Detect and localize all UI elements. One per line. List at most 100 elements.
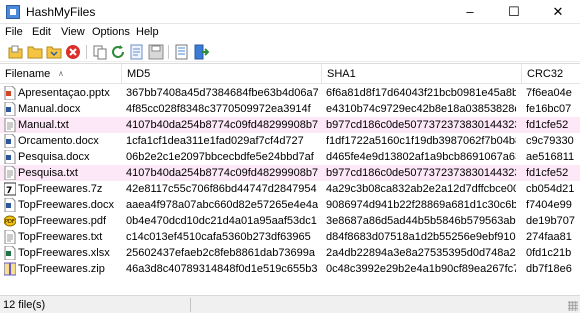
column-header-md5[interactable]: MD5 — [122, 64, 322, 84]
table-row[interactable]: 7 TopFreewares.7z 42e8117c55c706f86bd44747… — [0, 181, 580, 197]
crc32-cell: c9c79330 — [526, 135, 574, 147]
table-row[interactable]: TopFreewares.txt c14c013ef4510cafa5360b27… — [0, 229, 580, 245]
save-icon[interactable] — [148, 44, 164, 60]
menu-help[interactable]: Help — [136, 26, 159, 38]
column-header-sha1[interactable]: SHA1 — [322, 64, 522, 84]
docx-icon — [4, 150, 16, 164]
status-divider — [190, 298, 191, 312]
sha1-cell: d84f8683d07518a1d2b55256e9ebf9101db51... — [326, 231, 516, 243]
list-header: Filename ∧ MD5 SHA1 CRC32 — [0, 64, 580, 84]
sha1-cell: 2a4db22894a3e8a27535395d0d748a287160... — [326, 247, 516, 259]
7z-icon: 7 — [4, 182, 16, 196]
crc32-cell: 0fd1c21b — [526, 247, 572, 259]
html-report-icon[interactable] — [129, 44, 145, 60]
minimize-button[interactable]: – — [448, 0, 492, 24]
table-row[interactable]: TopFreewares.xlsx 25602437efaeb2c8feb8861… — [0, 245, 580, 261]
txt-icon — [4, 166, 16, 180]
sha1-cell: 6f6a81d8f17d64043f21bcb0981e45a8babb84..… — [326, 87, 516, 99]
resize-grip-icon[interactable] — [568, 301, 578, 311]
crc32-cell: fe16bc07 — [526, 103, 572, 115]
sha1-cell: 4a29c3b08ca832ab2e2a12d7dffcbce003aa30..… — [326, 183, 516, 195]
crc32-cell: cb054d21 — [526, 183, 575, 195]
md5-cell: 4107b40da254b8774c09fd48299908b7 — [126, 167, 318, 179]
menu-options[interactable]: Options — [92, 26, 130, 38]
md5-cell: 0b4e470dcd10dc21d4a01a95aaf53dc1 — [126, 215, 317, 227]
sha1-cell: b977cd186c0de50773723738301443230fbd6... — [326, 167, 516, 179]
table-row[interactable]: TopFreewares.docx aaea4f978a07abc660d82e5… — [0, 197, 580, 213]
menu-view[interactable]: View — [61, 26, 85, 38]
toolbar-separator — [168, 45, 169, 59]
maximize-button[interactable]: ☐ — [492, 0, 536, 24]
md5-cell: 46a3d8c40789314848f0d1e519c655b3 — [126, 263, 318, 275]
table-row[interactable]: Manual.txt 4107b40da254b8774c09fd48299908… — [0, 117, 580, 133]
file-name-cell: Apresentaçao.pptx — [18, 87, 110, 99]
sha1-cell: 9086974d941b22f28869a681d1c30c6b4dbbe... — [326, 199, 516, 211]
column-header-filename-label: Filename — [5, 68, 51, 80]
md5-cell: 4f85cc028f8348c3770509972ea3914f — [126, 103, 311, 115]
sha1-cell: 3e8687a86d5ad44b5b5846b579563abe16443... — [326, 215, 516, 227]
sha1-cell: b977cd186c0de50773723738301443230fbd6... — [326, 119, 516, 131]
file-name-cell: TopFreewares.docx — [18, 199, 114, 211]
crc32-cell: ae516811 — [526, 151, 575, 163]
md5-cell: 06b2e2c1e2097bbcecbdfe5e24bbd7af — [126, 151, 314, 163]
file-name-cell: TopFreewares.xlsx — [18, 247, 110, 259]
refresh-icon[interactable] — [110, 44, 126, 60]
md5-cell: c14c013ef4510cafa5360b273df63965 — [126, 231, 311, 243]
menu-edit[interactable]: Edit — [32, 26, 51, 38]
sort-ascending-icon: ∧ — [58, 69, 64, 78]
delete-icon[interactable] — [65, 44, 81, 60]
md5-cell: 42e8117c55c706f86bd44747d2847954 — [126, 183, 317, 195]
crc32-cell: 274faa81 — [526, 231, 572, 243]
close-button[interactable]: ✕ — [536, 0, 580, 24]
md5-cell: 25602437efaeb2c8feb8861dab73699a — [126, 247, 316, 259]
copy-icon[interactable] — [92, 44, 108, 60]
file-list[interactable]: Filename ∧ MD5 SHA1 CRC32 Apresentaçao.p… — [0, 63, 580, 295]
hashmyfiles-app-icon — [6, 5, 20, 19]
svg-text:PDF: PDF — [5, 219, 15, 225]
table-row[interactable]: Manual.docx 4f85cc028f8348c3770509972ea39… — [0, 101, 580, 117]
table-row[interactable]: Pesquisa.txt 4107b40da254b8774c09fd482999… — [0, 165, 580, 181]
md5-cell: aaea4f978a07abc660d82e57265e4e4a — [126, 199, 318, 211]
properties-icon[interactable] — [174, 44, 190, 60]
crc32-cell: 7f6ea04e — [526, 87, 572, 99]
crc32-cell: db7f18e6 — [526, 263, 572, 275]
crc32-cell: de19b707 — [526, 215, 575, 227]
svg-text:7: 7 — [6, 186, 12, 196]
exit-icon[interactable] — [193, 44, 210, 60]
txt-icon — [4, 118, 16, 132]
docx-icon — [4, 198, 16, 212]
file-name-cell: TopFreewares.txt — [18, 231, 103, 243]
column-header-filename[interactable]: Filename ∧ — [0, 64, 122, 84]
table-row[interactable]: TopFreewares.zip 46a3d8c40789314848f0d1e5… — [0, 261, 580, 277]
table-row[interactable]: Apresentaçao.pptx 367bb7408a45d7384684fbe… — [0, 85, 580, 101]
md5-cell: 1cfa1cf1dea311e1fad029af7cf4d727 — [126, 135, 304, 147]
open-folder-icon[interactable] — [27, 44, 43, 60]
column-header-crc32[interactable]: CRC32 — [522, 64, 580, 84]
open-file-icon[interactable] — [8, 44, 24, 60]
file-name-cell: TopFreewares.zip — [18, 263, 105, 275]
sha1-cell: d465fe4e9d13802af1a9bcb8691067a6371c86..… — [326, 151, 516, 163]
menu-file[interactable]: File — [5, 26, 23, 38]
crc32-cell: fd1cfe52 — [526, 167, 569, 179]
table-row[interactable]: Pesquisa.docx 06b2e2c1e2097bbcecbdfe5e24b… — [0, 149, 580, 165]
file-name-cell: Pesquisa.docx — [18, 151, 90, 163]
table-row[interactable]: Orcamento.docx 1cfa1cf1dea311e1fad029af7c… — [0, 133, 580, 149]
file-name-cell: TopFreewares.7z — [18, 183, 103, 195]
zip-icon — [4, 262, 16, 276]
xlsx-icon — [4, 246, 16, 260]
sha1-cell: f1df1722a5160c1f19db3987062f7b04b8d225..… — [326, 135, 516, 147]
pdf-icon: PDF — [4, 214, 16, 228]
file-name-cell: TopFreewares.pdf — [18, 215, 107, 227]
crc32-cell: fd1cfe52 — [526, 119, 569, 131]
file-name-cell: Manual.docx — [18, 103, 81, 115]
title-bar: HashMyFiles – ☐ ✕ — [0, 0, 580, 24]
status-bar: 12 file(s) — [0, 295, 580, 313]
sha1-cell: e4310b74c9729ec42b8e18a03853828d46353... — [326, 103, 516, 115]
table-row[interactable]: PDF TopFreewares.pdf 0b4e470dcd10dc21d4a01… — [0, 213, 580, 229]
toolbar-separator — [86, 45, 87, 59]
file-name-cell: Manual.txt — [18, 119, 69, 131]
file-count-status: 12 file(s) — [3, 299, 46, 311]
open-recursive-folder-icon[interactable] — [46, 44, 62, 60]
sha1-cell: 0c48c3992e29b2e4a1b90cf89ea267fc7b91d0..… — [326, 263, 516, 275]
crc32-cell: f7404e99 — [526, 199, 572, 211]
